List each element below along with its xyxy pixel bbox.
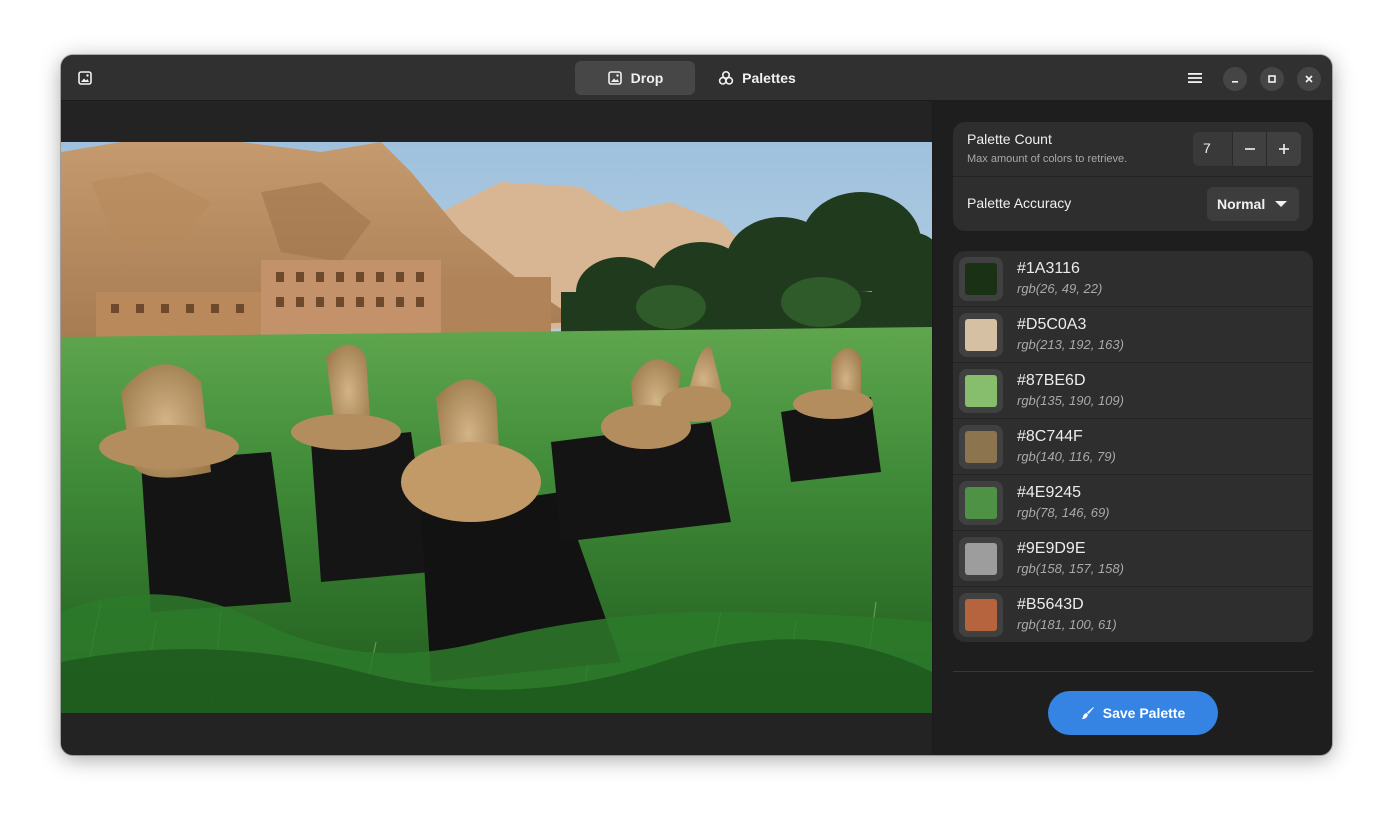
color-item[interactable]: #8C744F rgb(140, 116, 79) bbox=[953, 419, 1313, 475]
palette-accuracy-value: Normal bbox=[1217, 196, 1266, 212]
brush-icon bbox=[1081, 707, 1094, 720]
color-rgb: rgb(135, 190, 109) bbox=[1017, 393, 1124, 408]
tab-palettes-label: Palettes bbox=[742, 70, 796, 86]
palette-accuracy-dropdown[interactable]: Normal bbox=[1207, 187, 1299, 221]
color-hex: #4E9245 bbox=[1017, 484, 1082, 501]
color-hex: #8C744F bbox=[1017, 428, 1083, 445]
hamburger-menu-icon bbox=[1188, 73, 1202, 83]
color-item[interactable]: #B5643D rgb(181, 100, 61) bbox=[953, 587, 1313, 642]
color-hex: #D5C0A3 bbox=[1017, 316, 1087, 333]
tab-drop-label: Drop bbox=[630, 70, 664, 86]
landscape-photo bbox=[61, 142, 932, 713]
palette-count-input[interactable]: 7 bbox=[1193, 132, 1233, 166]
minimize-icon bbox=[1232, 81, 1238, 83]
sidebar: Palette Count Max amount of colors to re… bbox=[932, 101, 1332, 755]
color-rgb: rgb(181, 100, 61) bbox=[1017, 617, 1117, 632]
dropdown-arrow-icon bbox=[1275, 201, 1288, 207]
swatch-frame bbox=[959, 537, 1003, 581]
maximize-button[interactable] bbox=[1260, 67, 1284, 91]
view-switcher: Drop Palettes bbox=[575, 61, 817, 95]
plus-icon bbox=[1279, 144, 1289, 154]
swatch-frame bbox=[959, 593, 1003, 637]
image-icon bbox=[78, 71, 92, 85]
color-rgb: rgb(140, 116, 79) bbox=[1017, 449, 1116, 464]
tab-drop[interactable]: Drop bbox=[575, 61, 695, 95]
swatch-frame bbox=[959, 425, 1003, 469]
color-swatch bbox=[965, 599, 997, 631]
color-item[interactable]: #4E9245 rgb(78, 146, 69) bbox=[953, 475, 1313, 531]
color-swatch bbox=[965, 487, 997, 519]
color-swatch bbox=[965, 543, 997, 575]
header-bar: Drop Palettes bbox=[61, 55, 1332, 101]
minus-icon bbox=[1244, 148, 1255, 150]
color-swatch bbox=[965, 263, 997, 295]
palette-count-title: Palette Count bbox=[967, 131, 1052, 147]
swatch-frame bbox=[959, 369, 1003, 413]
palette-accuracy-row: Palette Accuracy Normal bbox=[953, 177, 1313, 231]
color-item[interactable]: #D5C0A3 rgb(213, 192, 163) bbox=[953, 307, 1313, 363]
image-icon bbox=[607, 71, 622, 85]
separator bbox=[953, 671, 1313, 672]
increment-button[interactable] bbox=[1267, 132, 1301, 166]
color-item[interactable]: #9E9D9E rgb(158, 157, 158) bbox=[953, 531, 1313, 587]
color-swatch bbox=[965, 375, 997, 407]
color-rgb: rgb(158, 157, 158) bbox=[1017, 561, 1124, 576]
palette-icon bbox=[718, 70, 734, 85]
color-rgb: rgb(26, 49, 22) bbox=[1017, 281, 1103, 296]
save-palette-label: Save Palette bbox=[1102, 705, 1186, 721]
color-list: #1A3116 rgb(26, 49, 22) #D5C0A3 rgb(213,… bbox=[953, 251, 1313, 642]
swatch-frame bbox=[959, 313, 1003, 357]
color-rgb: rgb(213, 192, 163) bbox=[1017, 337, 1124, 352]
open-image-button[interactable] bbox=[71, 64, 99, 92]
maximize-icon bbox=[1268, 75, 1276, 83]
swatch-frame bbox=[959, 481, 1003, 525]
palette-count-row: Palette Count Max amount of colors to re… bbox=[953, 122, 1313, 177]
close-icon bbox=[1305, 75, 1313, 83]
decrement-button[interactable] bbox=[1233, 132, 1267, 166]
color-item[interactable]: #1A3116 rgb(26, 49, 22) bbox=[953, 251, 1313, 307]
color-rgb: rgb(78, 146, 69) bbox=[1017, 505, 1110, 520]
tab-palettes[interactable]: Palettes bbox=[697, 61, 817, 95]
save-palette-button[interactable]: Save Palette bbox=[1048, 691, 1218, 735]
palette-count-subtitle: Max amount of colors to retrieve. bbox=[967, 153, 1128, 165]
palette-accuracy-title: Palette Accuracy bbox=[967, 195, 1072, 211]
app-window: Drop Palettes Palette Count Max amount o… bbox=[61, 55, 1332, 755]
minimize-button[interactable] bbox=[1223, 67, 1247, 91]
settings-card: Palette Count Max amount of colors to re… bbox=[953, 122, 1313, 231]
palette-count-stepper: 7 bbox=[1193, 132, 1301, 166]
color-hex: #87BE6D bbox=[1017, 372, 1086, 389]
color-hex: #9E9D9E bbox=[1017, 540, 1086, 557]
color-hex: #1A3116 bbox=[1017, 260, 1080, 277]
main-menu-button[interactable] bbox=[1180, 64, 1210, 92]
swatch-frame bbox=[959, 257, 1003, 301]
color-swatch bbox=[965, 431, 997, 463]
image-drop-area[interactable] bbox=[61, 101, 932, 755]
color-hex: #B5643D bbox=[1017, 596, 1084, 613]
color-swatch bbox=[965, 319, 997, 351]
loaded-image bbox=[61, 142, 932, 713]
color-item[interactable]: #87BE6D rgb(135, 190, 109) bbox=[953, 363, 1313, 419]
close-button[interactable] bbox=[1297, 67, 1321, 91]
